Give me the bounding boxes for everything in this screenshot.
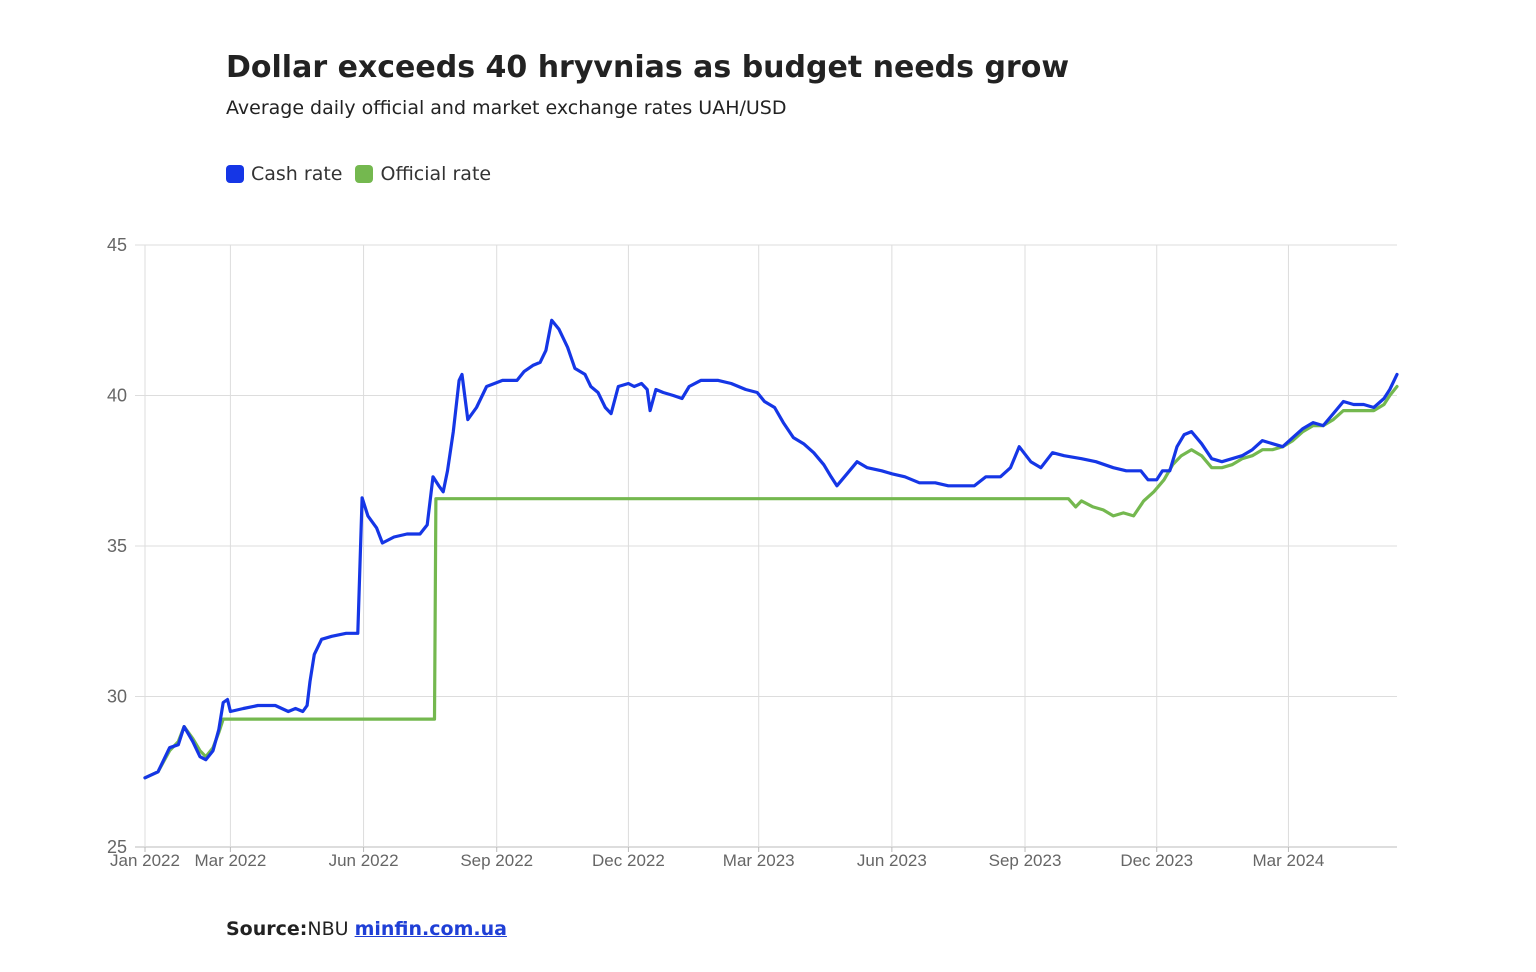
grid-lines	[135, 244, 1397, 848]
axes: 2530354045Jan 2022 Mar 2022 Jun 2022 Sep 20…	[107, 235, 1324, 870]
x-tick-label: Mar 2022	[194, 851, 266, 870]
x-tick-label: Mar 2024	[1253, 851, 1325, 870]
y-tick-label: 30	[107, 687, 127, 707]
x-tick-label: Jun 2022	[329, 851, 399, 870]
y-tick-label: 40	[107, 386, 127, 406]
line-chart: 2530354045Jan 2022 Mar 2022 Jun 2022 Sep 20…	[107, 235, 1399, 870]
x-tick-label: Dec 2023	[1120, 851, 1193, 870]
source-line: Source:NBU minfin.com.ua	[226, 918, 507, 940]
x-tick-label: Jun 2023	[857, 851, 927, 870]
series-line-cash-rate[interactable]	[143, 318, 1399, 780]
series-line-official-rate[interactable]	[143, 384, 1399, 780]
x-tick-label: Jan 2022	[110, 851, 180, 870]
y-tick-label: 45	[107, 235, 127, 255]
x-tick-label: Sep 2022	[460, 851, 533, 870]
source-link[interactable]: minfin.com.ua	[355, 918, 507, 940]
source-text: NBU	[307, 918, 349, 940]
series-lines	[143, 318, 1399, 780]
x-tick-label: Sep 2023	[989, 851, 1062, 870]
x-tick-label: Mar 2023	[723, 851, 795, 870]
source-label: Source:	[226, 918, 308, 940]
x-tick-label: Dec 2022	[592, 851, 665, 870]
y-tick-label: 35	[107, 536, 127, 556]
